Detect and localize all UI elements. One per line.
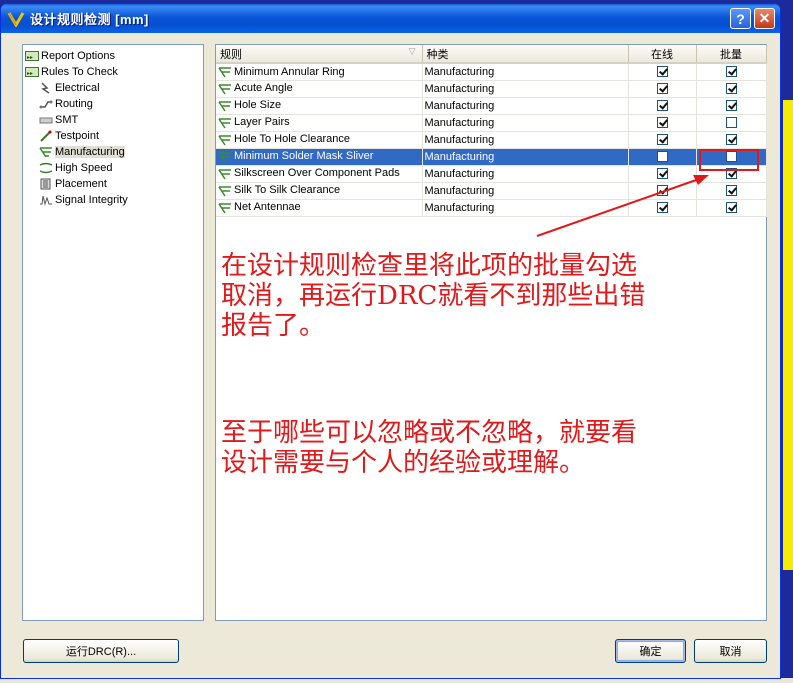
cancel-button[interactable]: 取消 <box>694 639 767 663</box>
annotation-text-1: 在设计规则检查里将此项的批量勾选 取消，再运行DRC就看不到那些出错 报告了。 <box>221 251 646 341</box>
ok-button[interactable]: 确定 <box>615 639 686 663</box>
desktop-background <box>783 100 793 570</box>
drc-dialog: 设计规则检测 [mm] ? ✕ ▸▸ Report Options ▸▸ Rules … <box>0 3 781 679</box>
run-drc-button[interactable]: 运行DRC(R)... <box>23 639 179 663</box>
annotation-text-2: 至于哪些可以忽略或不忽略，就要看 设计需要与个人的经验或理解。 <box>221 418 638 478</box>
annotation-arrow <box>536 175 709 237</box>
